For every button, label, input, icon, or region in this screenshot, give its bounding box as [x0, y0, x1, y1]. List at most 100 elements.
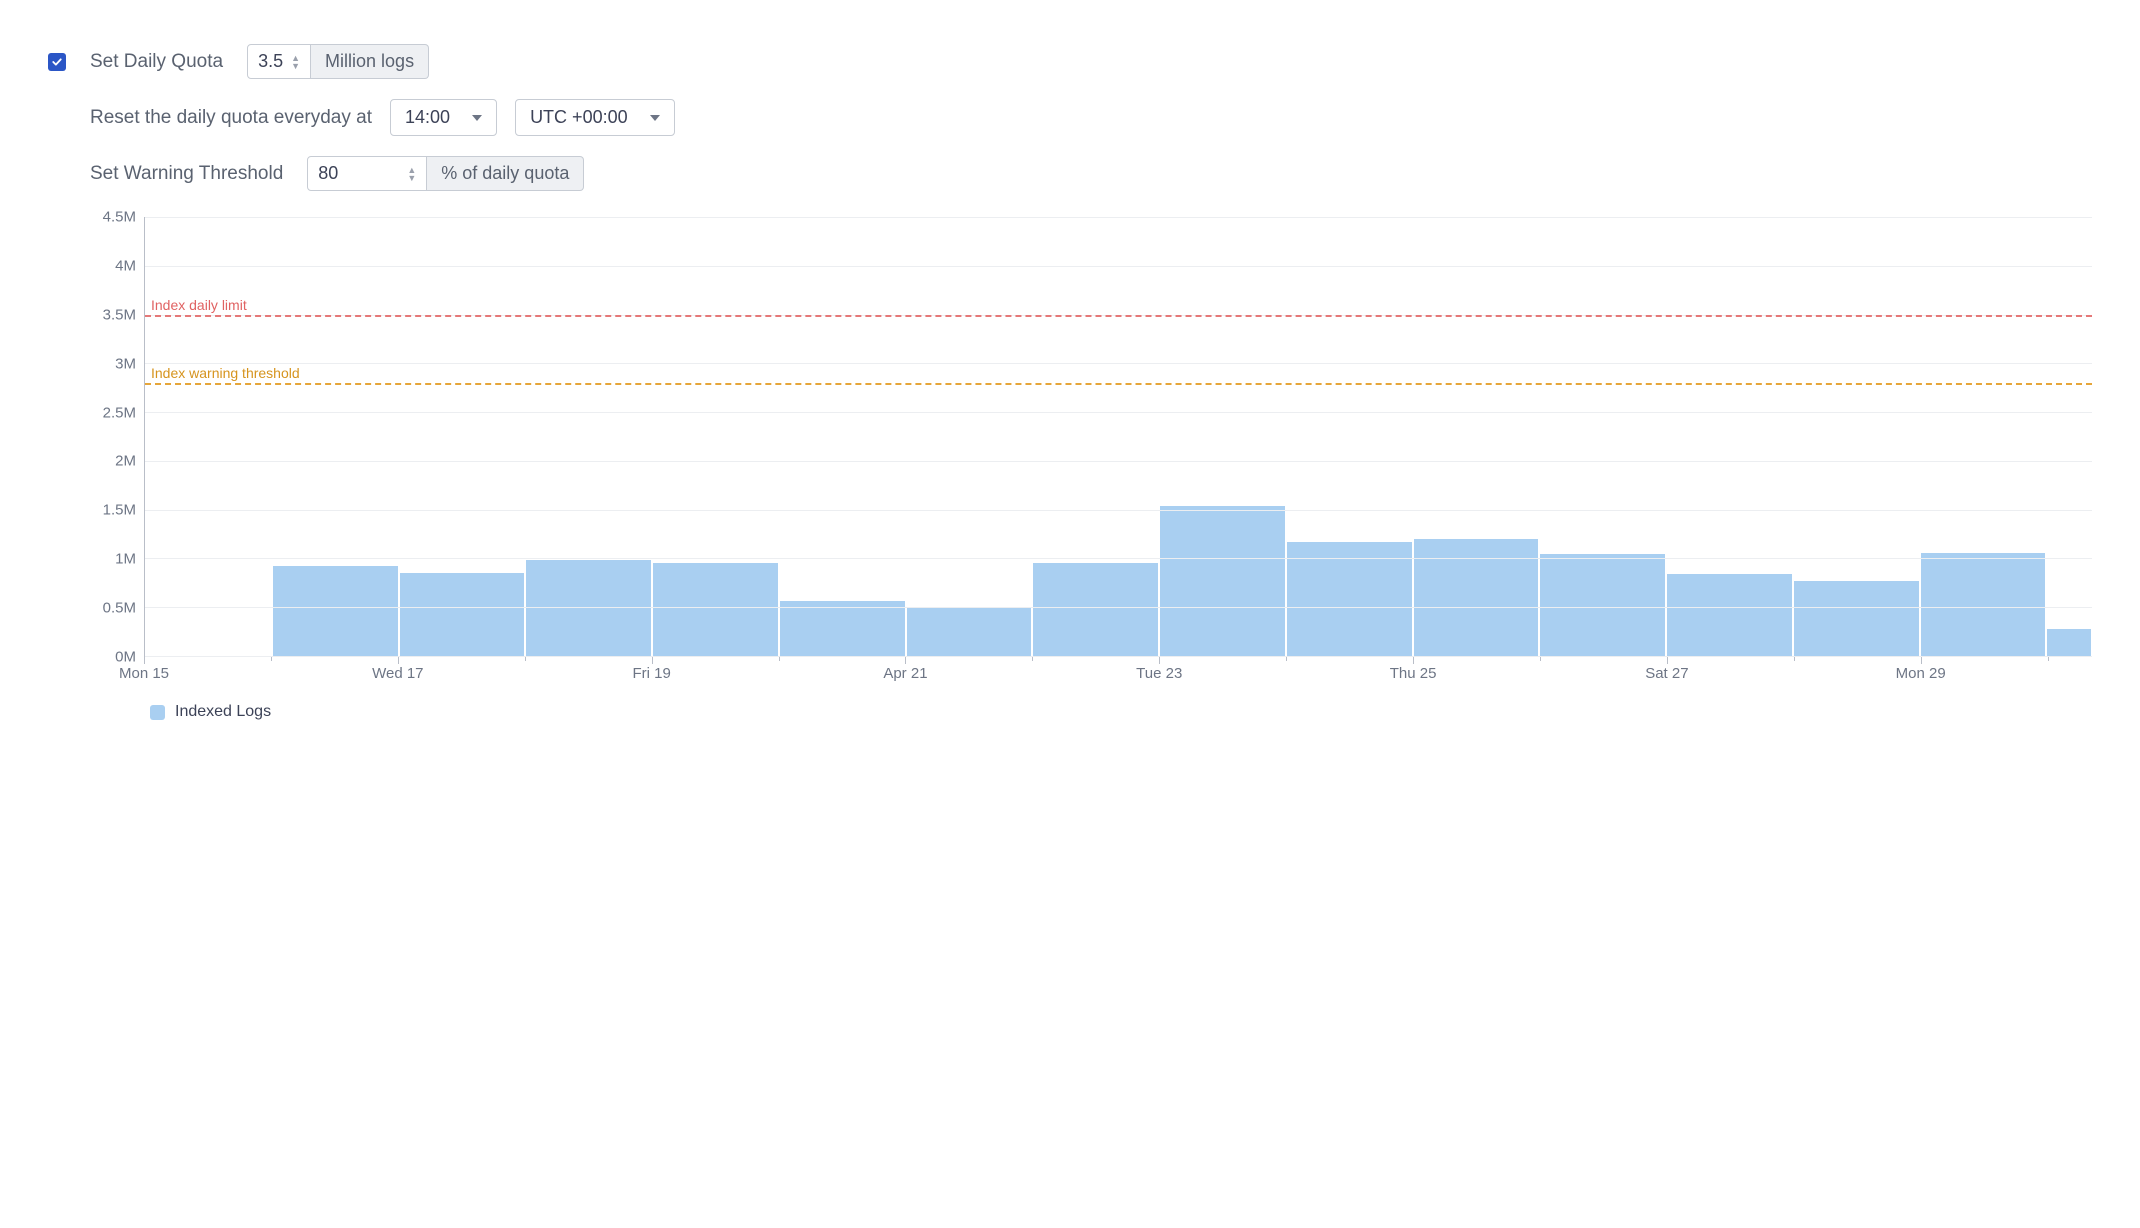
chart-bar	[2047, 629, 2091, 656]
chart-xtick-cell: Thu 25	[1413, 657, 1540, 685]
reset-tz-select[interactable]: UTC +00:00	[515, 99, 675, 136]
chart-xtick-mark	[1413, 657, 1414, 664]
chart-xtick-mark	[1667, 657, 1668, 664]
chart-ytick-label: 0.5M	[103, 600, 136, 617]
chart-ytick-label: 4.5M	[103, 209, 136, 226]
chart-gridline	[145, 607, 2092, 608]
chart-bar	[1033, 563, 1158, 656]
chart-ytick-label: 3.5M	[103, 306, 136, 323]
chart-bar	[273, 566, 398, 656]
chart-bar-cell	[779, 217, 906, 656]
chart-legend: Indexed Logs	[150, 703, 2092, 721]
chart-threshold-line	[145, 383, 2092, 385]
daily-quota-value: 3.5	[258, 51, 283, 72]
chart-yaxis: 0M0.5M1M1.5M2M2.5M3M3.5M4M4.5M	[90, 217, 144, 657]
chart-xtick-label: Mon 15	[119, 665, 169, 682]
chart-xtick-mark	[2048, 657, 2049, 661]
chart-bars	[145, 217, 2092, 656]
chart-xtick-mark	[1286, 657, 1287, 661]
chart-threshold-line	[145, 315, 2092, 317]
warning-threshold-unit: % of daily quota	[427, 156, 584, 191]
chart-ytick-label: 0M	[115, 649, 136, 666]
chart-bar	[907, 607, 1032, 656]
chart-xtick-label: Mon 29	[1896, 665, 1946, 682]
legend-swatch	[150, 705, 165, 720]
chart-gridline	[145, 412, 2092, 413]
chart-bar-cell	[906, 217, 1033, 656]
chart-bar-cell	[1159, 217, 1286, 656]
chevron-down-icon[interactable]: ▼	[291, 62, 300, 70]
chart-ytick-label: 2M	[115, 453, 136, 470]
chart-bar-cell	[1539, 217, 1666, 656]
chart-bar-cell	[1920, 217, 2047, 656]
chart-gridline	[145, 461, 2092, 462]
chart-xtick-cell: Sat 27	[1667, 657, 1794, 685]
chart-threshold-label: Index warning threshold	[151, 365, 300, 381]
chart-ytick-label: 1M	[115, 551, 136, 568]
reset-time-label: Reset the daily quota everyday at	[90, 107, 372, 129]
daily-quota-label: Set Daily Quota	[90, 51, 223, 73]
reset-time-value: 14:00	[405, 107, 450, 128]
chevron-down-icon	[472, 115, 482, 121]
chart-bar	[1540, 554, 1665, 656]
chart-bar	[1160, 506, 1285, 656]
chart-bar-cell	[399, 217, 526, 656]
daily-quota-stepper[interactable]: ▲ ▼	[291, 54, 300, 70]
chart-bar	[1794, 581, 1919, 656]
indexed-logs-chart: 0M0.5M1M1.5M2M2.5M3M3.5M4M4.5M Index dai…	[90, 217, 2092, 721]
chart-xtick-label: Wed 17	[372, 665, 423, 682]
chevron-down-icon	[650, 115, 660, 121]
check-icon	[51, 56, 63, 68]
chart-gridline	[145, 510, 2092, 511]
chevron-down-icon[interactable]: ▼	[407, 174, 416, 182]
chart-bar-cell	[2046, 217, 2092, 656]
chart-plot-area: Index daily limit Index warning threshold	[144, 217, 2092, 657]
chart-xtick-label: Sat 27	[1645, 665, 1688, 682]
chart-gridline	[145, 558, 2092, 559]
chart-xtick-mark	[1159, 657, 1160, 664]
chart-xtick-mark	[1032, 657, 1033, 661]
chart-bar	[1414, 539, 1539, 656]
chart-xtick-cell: Apr 21	[905, 657, 1032, 685]
chart-xtick-mark	[779, 657, 780, 661]
chart-xtick-label: Tue 23	[1136, 665, 1182, 682]
chart-xtick-mark	[1540, 657, 1541, 661]
chart-gridline	[145, 363, 2092, 364]
chart-ytick-label: 4M	[115, 257, 136, 274]
chart-xtick-mark	[905, 657, 906, 664]
chart-xtick-cell: Mon 29	[1921, 657, 2048, 685]
chart-xtick-cell: Mon 15	[144, 657, 271, 685]
warning-threshold-label: Set Warning Threshold	[90, 163, 283, 185]
chart-xtick-mark	[525, 657, 526, 661]
chart-gridline	[145, 266, 2092, 267]
chart-xtick-mark	[1921, 657, 1922, 664]
chart-xtick-cell: Tue 23	[1159, 657, 1286, 685]
chart-gridline	[145, 217, 2092, 218]
warning-threshold-stepper[interactable]: ▲ ▼	[407, 166, 416, 182]
warning-threshold-value: 80	[318, 163, 399, 184]
chart-bar-cell	[652, 217, 779, 656]
chart-ytick-label: 3M	[115, 355, 136, 372]
reset-tz-value: UTC +00:00	[530, 107, 628, 128]
chart-xtick-mark	[398, 657, 399, 664]
chart-xtick-cell	[2048, 657, 2092, 685]
chart-xaxis: Mon 15 Wed 17 Fri 19 Apr 21 Tue 23 Thu 25 Sat …	[144, 657, 2092, 685]
chart-bar-cell	[525, 217, 652, 656]
chart-bar	[653, 563, 778, 656]
chart-bar	[780, 601, 905, 656]
daily-quota-input[interactable]: 3.5 ▲ ▼	[247, 44, 311, 79]
reset-time-select[interactable]: 14:00	[390, 99, 497, 136]
daily-quota-checkbox[interactable]	[48, 53, 66, 71]
chart-bar	[400, 573, 525, 656]
warning-threshold-input[interactable]: 80 ▲ ▼	[307, 156, 427, 191]
chart-threshold-label: Index daily limit	[151, 297, 247, 313]
chart-xtick-cell: Fri 19	[652, 657, 779, 685]
chart-xtick-mark	[652, 657, 653, 664]
chart-xtick-label: Thu 25	[1390, 665, 1437, 682]
chart-ytick-label: 2.5M	[103, 404, 136, 421]
chart-bar-cell	[1286, 217, 1413, 656]
legend-label: Indexed Logs	[175, 703, 271, 721]
chart-bar-cell	[145, 217, 272, 656]
chart-bar-cell	[1666, 217, 1793, 656]
chart-ytick-label: 1.5M	[103, 502, 136, 519]
